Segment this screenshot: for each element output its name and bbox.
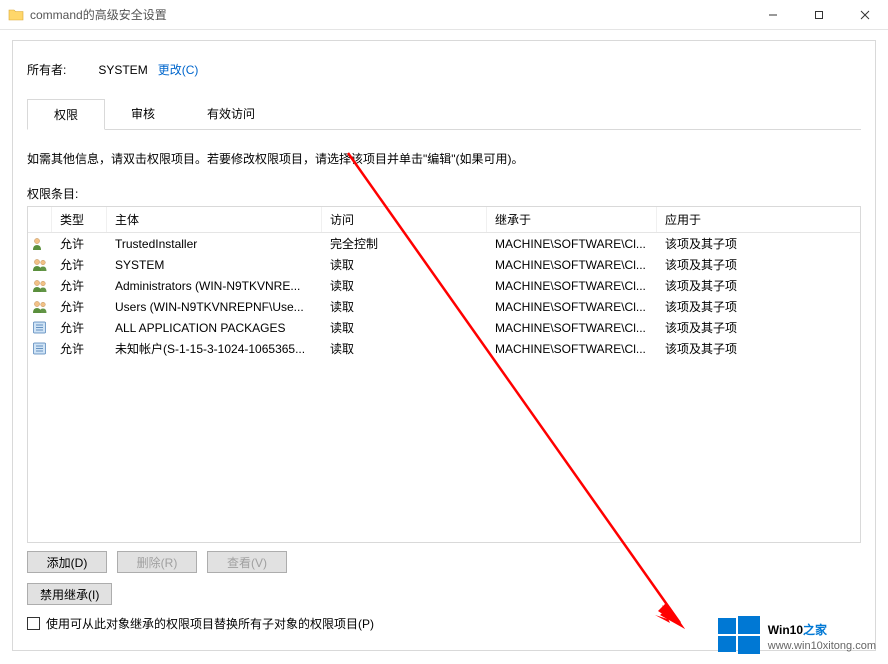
cell-inherit: MACHINE\SOFTWARE\Cl... [487, 235, 657, 253]
cell-inherit: MACHINE\SOFTWARE\Cl... [487, 277, 657, 295]
cell-inherit: MACHINE\SOFTWARE\Cl... [487, 319, 657, 337]
col-apply-header[interactable]: 应用于 [657, 207, 860, 232]
principal-icon [28, 235, 52, 252]
cell-inherit: MACHINE\SOFTWARE\Cl... [487, 340, 657, 358]
minimize-button[interactable] [750, 0, 796, 30]
button-row-1: 添加(D) 删除(R) 查看(V) [27, 551, 861, 573]
cell-type: 允许 [52, 296, 107, 317]
cell-principal: TrustedInstaller [107, 235, 322, 253]
cell-principal: ALL APPLICATION PACKAGES [107, 319, 322, 337]
col-principal-header[interactable]: 主体 [107, 207, 322, 232]
table-row[interactable]: 允许Users (WIN-N9TKVNREPNF\Use...读取MACHINE… [28, 296, 860, 317]
folder-icon [8, 7, 24, 23]
cell-access: 读取 [322, 296, 487, 317]
add-button[interactable]: 添加(D) [27, 551, 107, 573]
cell-principal: 未知帐户(S-1-15-3-1024-1065365... [107, 338, 322, 359]
col-icon-header[interactable] [28, 207, 52, 232]
replace-child-checkbox[interactable] [27, 617, 40, 630]
principal-icon [28, 256, 52, 273]
col-type-header[interactable]: 类型 [52, 207, 107, 232]
checkbox-row: 使用可从此对象继承的权限项目替换所有子对象的权限项目(P) [27, 605, 861, 632]
remove-button[interactable]: 删除(R) [117, 551, 197, 573]
tab-audit[interactable]: 审核 [105, 99, 181, 130]
cell-principal: Administrators (WIN-N9TKVNRE... [107, 277, 322, 295]
button-row-2: 禁用继承(I) [27, 583, 861, 605]
cell-type: 允许 [52, 275, 107, 296]
cell-access: 读取 [322, 254, 487, 275]
checkbox-label: 使用可从此对象继承的权限项目替换所有子对象的权限项目(P) [46, 615, 374, 632]
cell-apply: 该项及其子项 [657, 338, 860, 359]
table-row[interactable]: 允许TrustedInstaller完全控制MACHINE\SOFTWARE\C… [28, 233, 860, 254]
cell-access: 读取 [322, 338, 487, 359]
cell-inherit: MACHINE\SOFTWARE\Cl... [487, 256, 657, 274]
cell-access: 读取 [322, 317, 487, 338]
owner-value: SYSTEM [98, 63, 147, 77]
cell-type: 允许 [52, 317, 107, 338]
col-inherit-header[interactable]: 继承于 [487, 207, 657, 232]
cell-apply: 该项及其子项 [657, 296, 860, 317]
cell-type: 允许 [52, 254, 107, 275]
security-panel: 所有者: SYSTEM 更改(C) 权限 审核 有效访问 如需其他信息，请双击权… [12, 40, 876, 651]
change-owner-link[interactable]: 更改(C) [158, 63, 199, 77]
tab-permissions[interactable]: 权限 [27, 99, 105, 130]
owner-row: 所有者: SYSTEM 更改(C) [27, 55, 861, 98]
cell-apply: 该项及其子项 [657, 275, 860, 296]
principal-icon [28, 277, 52, 294]
close-button[interactable] [842, 0, 888, 30]
cell-inherit: MACHINE\SOFTWARE\Cl... [487, 298, 657, 316]
titlebar: command的高级安全设置 [0, 0, 888, 30]
entries-label: 权限条目: [27, 185, 861, 206]
view-button[interactable]: 查看(V) [207, 551, 287, 573]
table-row[interactable]: 允许未知帐户(S-1-15-3-1024-1065365...读取MACHINE… [28, 338, 860, 359]
cell-type: 允许 [52, 338, 107, 359]
window-title: command的高级安全设置 [30, 6, 750, 23]
cell-type: 允许 [52, 233, 107, 254]
principal-icon [28, 340, 52, 357]
cell-principal: SYSTEM [107, 256, 322, 274]
window-controls [750, 0, 888, 30]
table-body[interactable]: 允许TrustedInstaller完全控制MACHINE\SOFTWARE\C… [28, 233, 860, 542]
table-row[interactable]: 允许Administrators (WIN-N9TKVNRE...读取MACHI… [28, 275, 860, 296]
cell-apply: 该项及其子项 [657, 254, 860, 275]
cell-apply: 该项及其子项 [657, 317, 860, 338]
cell-access: 读取 [322, 275, 487, 296]
principal-icon [28, 298, 52, 315]
tab-effective-access[interactable]: 有效访问 [181, 99, 281, 130]
table-row[interactable]: 允许SYSTEM读取MACHINE\SOFTWARE\Cl...该项及其子项 [28, 254, 860, 275]
table-row[interactable]: 允许ALL APPLICATION PACKAGES读取MACHINE\SOFT… [28, 317, 860, 338]
col-access-header[interactable]: 访问 [322, 207, 487, 232]
cell-apply: 该项及其子项 [657, 233, 860, 254]
table-header: 类型 主体 访问 继承于 应用于 [28, 207, 860, 233]
cell-access: 完全控制 [322, 233, 487, 254]
permissions-table: 类型 主体 访问 继承于 应用于 允许TrustedInstaller完全控制M… [27, 206, 861, 543]
cell-principal: Users (WIN-N9TKVNREPNF\Use... [107, 298, 322, 316]
hint-text: 如需其他信息，请双击权限项目。若要修改权限项目，请选择该项目并单击"编辑"(如果… [27, 130, 861, 185]
disable-inherit-button[interactable]: 禁用继承(I) [27, 583, 112, 605]
principal-icon [28, 319, 52, 336]
tab-strip: 权限 审核 有效访问 [27, 98, 861, 130]
maximize-button[interactable] [796, 0, 842, 30]
owner-label: 所有者: [27, 61, 66, 78]
